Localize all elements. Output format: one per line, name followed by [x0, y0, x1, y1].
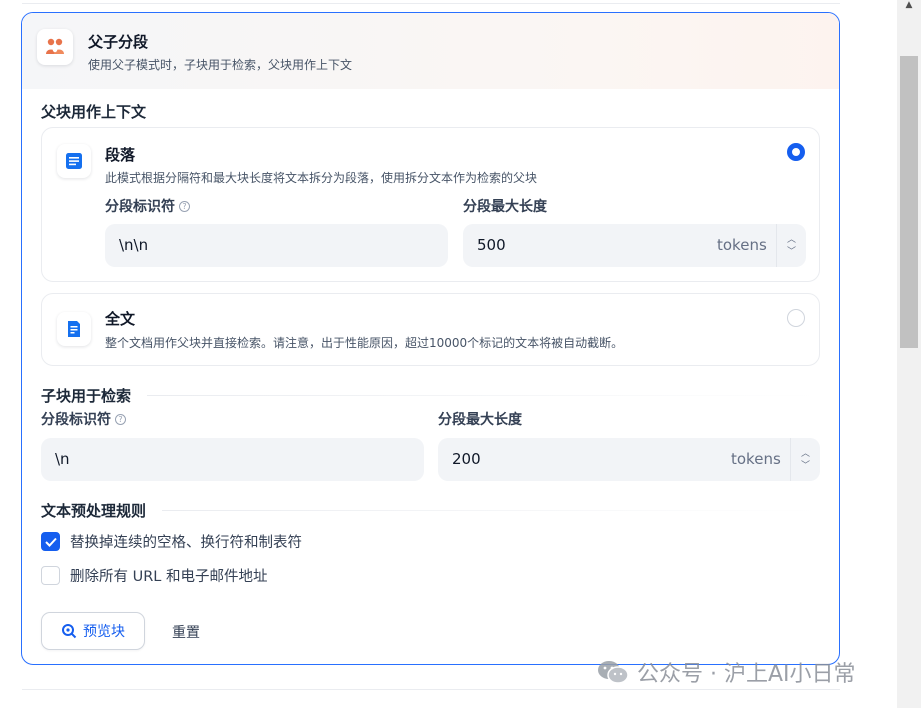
rule-label: 替换掉连续的空格、换行符和制表符: [70, 535, 302, 551]
child-unit: tokens: [731, 450, 781, 468]
child-max-length-label: 分段最大长度: [438, 412, 522, 428]
chevron-down-icon[interactable]: ﹀: [787, 246, 796, 258]
full-doc-description: 整个文档用作父块并直接检索。请注意，出于性能原因，超过10000个标记的文本将被…: [105, 336, 624, 350]
paragraph-radio[interactable]: [787, 143, 805, 161]
rules-section-title: 文本预处理规则: [41, 502, 147, 520]
document-icon: [57, 312, 91, 346]
paragraph-title: 段落: [105, 146, 136, 164]
child-separator-input[interactable]: \n: [41, 438, 424, 481]
parent-unit: tokens: [717, 236, 767, 254]
parent-max-length-value: 500: [477, 236, 506, 254]
full-doc-title: 全文: [105, 310, 136, 328]
child-separator-label: 分段标识符: [41, 412, 111, 428]
card-title: 父子分段: [88, 33, 149, 51]
help-icon[interactable]: ?: [179, 200, 190, 212]
bottom-divider: [22, 689, 840, 690]
scrollbar[interactable]: ▲: [897, 0, 921, 708]
scrollbar-thumb[interactable]: [900, 56, 918, 348]
help-icon[interactable]: ?: [115, 413, 126, 425]
parent-section-title: 父块用作上下文: [41, 103, 147, 121]
parent-child-chunk-card[interactable]: 父子分段 使用父子模式时，子块用于检索，父块用作上下文 父块用作上下文 段落 此…: [21, 12, 840, 665]
parent-separator-input[interactable]: \n\n: [105, 224, 448, 267]
child-separator-label-wrap: 分段标识符 ?: [41, 409, 126, 429]
checkbox-checked[interactable]: [41, 532, 60, 551]
rules-section-divider: [162, 510, 820, 511]
full-doc-option[interactable]: 全文 整个文档用作父块并直接检索。请注意，出于性能原因，超过10000个标记的文…: [41, 293, 820, 366]
chevron-down-icon[interactable]: ﹀: [801, 460, 810, 472]
preview-label: 预览块: [83, 624, 125, 640]
child-max-length-input[interactable]: 200 tokens ︿ ﹀: [438, 438, 820, 481]
reset-button[interactable]: 重置: [172, 622, 200, 642]
card-header: 父子分段 使用父子模式时，子块用于检索，父块用作上下文: [22, 13, 839, 89]
checkbox-unchecked[interactable]: [41, 566, 60, 585]
top-divider: [22, 0, 840, 4]
scroll-up-icon[interactable]: ▲: [897, 0, 921, 10]
rule-row-whitespace[interactable]: 替换掉连续的空格、换行符和制表符: [41, 531, 302, 552]
parent-stepper[interactable]: ︿ ﹀: [776, 224, 806, 267]
paragraph-description: 此模式根据分隔符和最大块长度将文本拆分为段落，使用拆分文本作为检索的父块: [105, 171, 538, 185]
wechat-icon: [598, 661, 629, 684]
watermark-text: 公众号 · 沪上AI小日常: [637, 662, 856, 687]
chevron-up-icon[interactable]: ︿: [801, 448, 810, 460]
paragraph-option[interactable]: 段落 此模式根据分隔符和最大块长度将文本拆分为段落，使用拆分文本作为检索的父块 …: [41, 127, 820, 282]
child-section-divider: [147, 395, 820, 396]
card-subtitle: 使用父子模式时，子块用于检索，父块用作上下文: [88, 58, 353, 72]
full-doc-radio[interactable]: [787, 309, 805, 327]
rule-row-url-email[interactable]: 删除所有 URL 和电子邮件地址: [41, 565, 267, 586]
parent-separator-value: \n\n: [119, 236, 149, 254]
child-stepper[interactable]: ︿ ﹀: [790, 438, 820, 481]
paragraph-icon: [57, 144, 91, 178]
child-max-length-value: 200: [452, 450, 481, 468]
search-icon: [62, 624, 77, 639]
parent-separator-label-wrap: 分段标识符 ?: [105, 196, 190, 216]
child-section-title: 子块用于检索: [41, 387, 132, 405]
preview-button[interactable]: 预览块: [41, 612, 145, 650]
child-separator-value: \n: [55, 450, 70, 468]
parent-max-length-input[interactable]: 500 tokens ︿ ﹀: [463, 224, 806, 267]
parent-max-length-label: 分段最大长度: [463, 199, 547, 215]
parent-child-icon: [37, 29, 73, 65]
parent-separator-label: 分段标识符: [105, 199, 175, 215]
rule-label: 删除所有 URL 和电子邮件地址: [70, 569, 268, 585]
chevron-up-icon[interactable]: ︿: [787, 234, 796, 246]
watermark: 公众号 · 沪上AI小日常: [597, 656, 856, 688]
